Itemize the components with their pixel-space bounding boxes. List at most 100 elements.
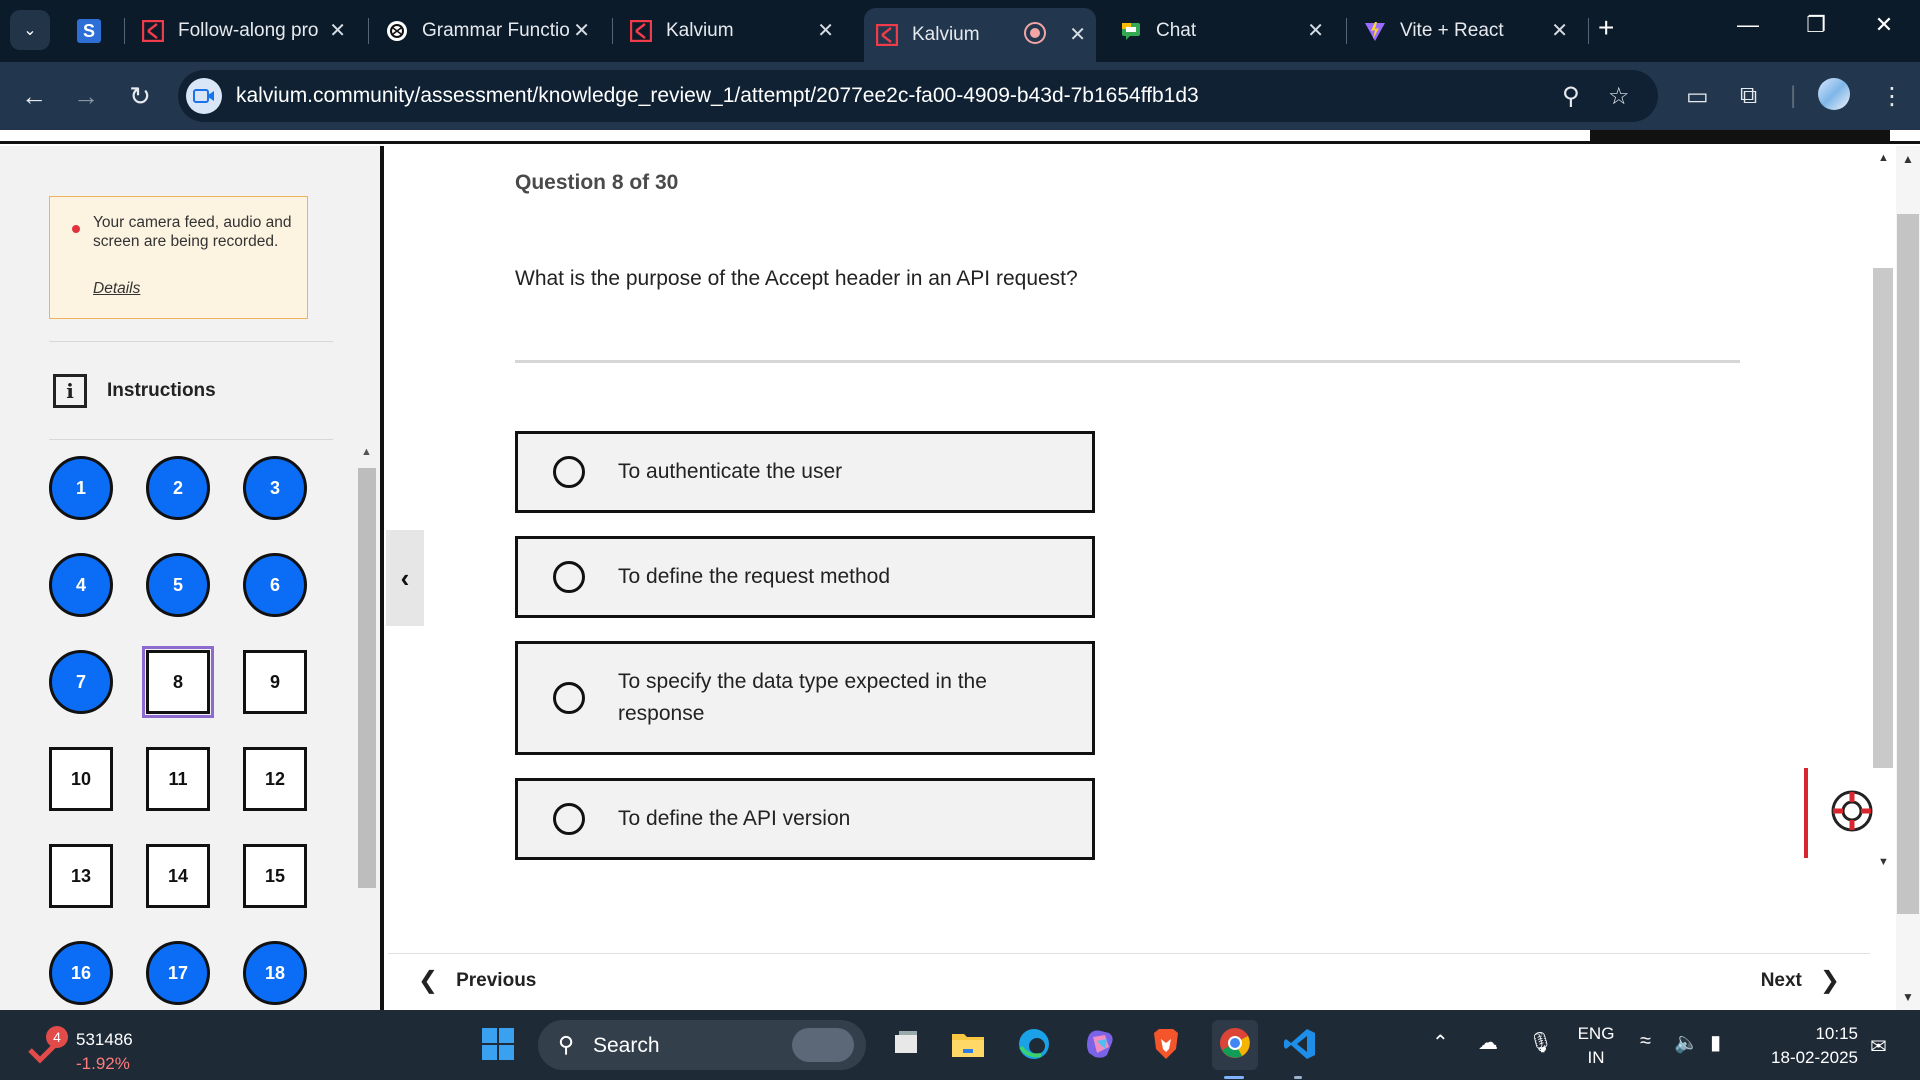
close-icon[interactable]: ✕ [1551, 18, 1568, 43]
close-window-button[interactable]: ✕ [1864, 12, 1904, 38]
profile-avatar[interactable] [1818, 78, 1850, 110]
scroll-down-icon[interactable]: ▼ [1902, 990, 1914, 1004]
task-view-button[interactable] [886, 1026, 926, 1066]
collapse-sidebar-button[interactable]: ‹ [386, 530, 424, 626]
close-icon[interactable]: ✕ [573, 18, 590, 43]
restore-button[interactable]: ❐ [1796, 12, 1836, 38]
brave-button[interactable] [1146, 1026, 1186, 1066]
notifications-icon[interactable]: ✉ [1870, 1034, 1887, 1059]
chrome-icon [1218, 1026, 1252, 1065]
reload-button[interactable]: ↻ [122, 80, 158, 112]
scroll-down-icon[interactable]: ▼ [1878, 856, 1889, 868]
edge-button[interactable] [1014, 1026, 1054, 1066]
question-nav-button-5[interactable]: 5 [146, 553, 210, 617]
onedrive-icon[interactable]: ☁ [1478, 1030, 1498, 1055]
start-button[interactable] [478, 1026, 518, 1066]
clock-time[interactable]: 10:15 [1758, 1024, 1858, 1044]
close-icon[interactable]: ✕ [1069, 22, 1086, 47]
windows-logo-icon [481, 1027, 515, 1066]
tab-separator [368, 18, 369, 44]
answer-option-2[interactable]: To define the request method [515, 536, 1095, 618]
minimize-button[interactable]: — [1728, 12, 1768, 38]
question-nav-button-1[interactable]: 1 [49, 456, 113, 520]
forward-button[interactable]: → [68, 80, 104, 112]
tab-vite-react[interactable]: Vite + React ✕ [1352, 8, 1578, 54]
scroll-up-icon[interactable]: ▲ [1878, 152, 1889, 164]
answer-option-4[interactable]: To define the API version [515, 778, 1095, 860]
next-button[interactable]: Next ❯ [1761, 966, 1840, 995]
question-nav-button-15[interactable]: 15 [243, 844, 307, 908]
vscode-button[interactable] [1280, 1026, 1320, 1066]
radio-button[interactable] [553, 803, 585, 835]
question-nav-button-14[interactable]: 14 [146, 844, 210, 908]
chrome-button[interactable] [1212, 1020, 1258, 1070]
question-nav-button-11[interactable]: 11 [146, 747, 210, 811]
chevron-up-icon[interactable]: ⌃ [1432, 1030, 1449, 1055]
zoom-icon[interactable]: ⚲ [1562, 82, 1580, 111]
question-nav-button-16[interactable]: 16 [49, 941, 113, 1005]
extensions-icon[interactable]: ⧉ [1740, 82, 1757, 110]
volume-muted-icon[interactable]: 🔈 [1674, 1030, 1699, 1055]
scroll-up-icon[interactable]: ▲ [361, 446, 372, 458]
camera-icon[interactable] [186, 78, 222, 114]
tab-search-button[interactable]: ⌄ [10, 10, 50, 50]
close-icon[interactable]: ✕ [329, 18, 346, 43]
question-nav-button-13[interactable]: 13 [49, 844, 113, 908]
question-nav-button-9[interactable]: 9 [243, 650, 307, 714]
question-nav-button-8[interactable]: 8 [142, 646, 214, 718]
microphone-icon[interactable]: 🎙 [1528, 1030, 1553, 1055]
taskbar-search[interactable]: ⚲ Search [538, 1020, 866, 1070]
language-label[interactable]: ENG [1576, 1024, 1616, 1044]
file-explorer-button[interactable] [948, 1026, 988, 1066]
sidebar-scrollbar[interactable]: ▲ [356, 446, 378, 888]
instructions-link[interactable]: i Instructions [53, 374, 216, 408]
tab-follow-along[interactable]: Follow-along pro ✕ [130, 8, 356, 54]
radio-button[interactable] [553, 456, 585, 488]
question-nav-button-12[interactable]: 12 [243, 747, 307, 811]
region-label[interactable]: IN [1576, 1048, 1616, 1068]
address-bar[interactable]: kalvium.community/assessment/knowledge_r… [178, 70, 1658, 122]
answer-option-1[interactable]: To authenticate the user [515, 431, 1095, 513]
wifi-icon[interactable]: ≈ [1640, 1030, 1651, 1053]
bookmark-star-icon[interactable]: ☆ [1608, 82, 1630, 111]
question-nav-button-10[interactable]: 10 [49, 747, 113, 811]
copilot-icon [1083, 1027, 1117, 1066]
copilot-button[interactable] [1080, 1026, 1120, 1066]
clock-date[interactable]: 18-02-2025 [1758, 1048, 1858, 1068]
scroll-up-icon[interactable]: ▲ [1902, 152, 1914, 166]
toolbar-divider: | [1790, 82, 1797, 109]
tab-kalvium-active[interactable]: Kalvium ✕ [864, 8, 1096, 62]
url-text[interactable]: kalvium.community/assessment/knowledge_r… [236, 84, 1199, 108]
scrollbar-thumb[interactable] [1873, 268, 1893, 768]
tab-grammar[interactable]: Grammar Functio ✕ [374, 8, 600, 54]
battery-icon[interactable]: ▮ [1710, 1030, 1721, 1055]
question-nav-button-2[interactable]: 2 [146, 456, 210, 520]
question-nav-button-4[interactable]: 4 [49, 553, 113, 617]
close-icon[interactable]: ✕ [1307, 18, 1324, 43]
cast-icon[interactable]: ▭ [1686, 82, 1709, 111]
details-link[interactable]: Details [93, 280, 140, 298]
scrollbar-thumb[interactable] [358, 468, 376, 888]
question-nav-button-6[interactable]: 6 [243, 553, 307, 617]
instructions-label: Instructions [107, 380, 216, 401]
new-tab-button[interactable]: + [1598, 14, 1614, 42]
question-nav-button-18[interactable]: 18 [243, 941, 307, 1005]
question-nav-button-7[interactable]: 7 [49, 650, 113, 714]
answer-option-3[interactable]: To specify the data type expected in the… [515, 641, 1095, 755]
page-scrollbar[interactable]: ▲ ▼ [1896, 146, 1920, 1010]
radio-button[interactable] [553, 561, 585, 593]
content-scrollbar[interactable]: ▲ ▼ [1872, 146, 1896, 876]
previous-button[interactable]: ❮ Previous [418, 966, 536, 995]
vscode-icon [1283, 1027, 1317, 1066]
menu-kebab-icon[interactable]: ⋮ [1880, 82, 1904, 111]
tab-kalvium[interactable]: Kalvium ✕ [618, 8, 844, 54]
question-nav-button-17[interactable]: 17 [146, 941, 210, 1005]
scrollbar-thumb[interactable] [1897, 214, 1919, 914]
question-nav-button-3[interactable]: 3 [243, 456, 307, 520]
close-icon[interactable]: ✕ [817, 18, 834, 43]
pinned-tab[interactable]: S [72, 14, 106, 48]
radio-button[interactable] [553, 682, 585, 714]
tab-chat[interactable]: Chat ✕ [1108, 8, 1334, 54]
search-label: Search [593, 1034, 660, 1057]
back-button[interactable]: ← [16, 80, 52, 112]
